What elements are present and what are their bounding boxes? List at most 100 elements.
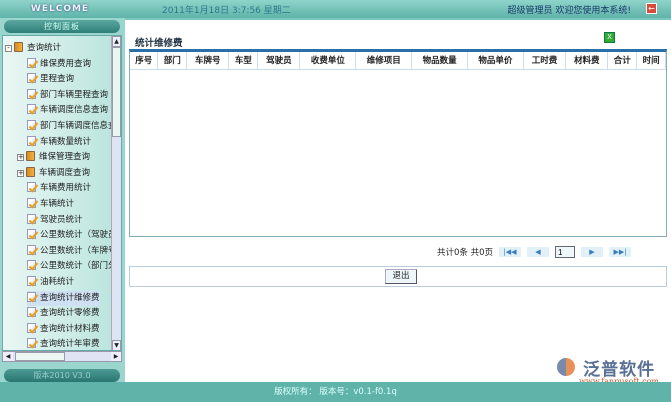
pager-summary: 共计0条 共0页: [436, 248, 493, 258]
sidebar-item[interactable]: 查询统计年审费: [27, 337, 100, 350]
report-icon: [27, 260, 36, 271]
sidebar-item[interactable]: - 查询统计: [5, 41, 61, 56]
column-header: 合计: [607, 52, 638, 70]
sidebar-item[interactable]: 驾驶员统计: [27, 213, 83, 228]
report-icon: [27, 73, 36, 84]
sidebar-item[interactable]: 车辆调度信息查询: [27, 103, 108, 118]
pager: 共计0条 共0页 |◀◀ ◀ ▶ ▶▶|: [437, 245, 631, 259]
sidebar-item-label: 维保费用查询: [40, 58, 92, 69]
column-header: 材料费: [565, 52, 609, 70]
column-header: 时间: [636, 52, 666, 70]
data-table: 序号 部门 车牌号 车型 驾驶员 收费单位 维修项目 物品数量 物品单价 工时费 材料费 合计 时间: [129, 49, 667, 237]
scroll-right-icon[interactable]: ▶: [111, 352, 121, 361]
sidebar-item[interactable]: 查询统计零修费: [27, 306, 100, 321]
sidebar-item[interactable]: 车辆统计: [27, 197, 74, 212]
sidebar-item-label: 车辆数量统计: [40, 136, 92, 147]
welcome-label: WELCOME: [30, 4, 90, 14]
report-icon: [27, 57, 36, 68]
expand-icon[interactable]: +: [17, 154, 24, 162]
collapse-icon[interactable]: -: [5, 45, 12, 52]
report-icon: [27, 244, 36, 255]
sidebar-item-label: 公里数统计（驾驶员: [40, 230, 117, 241]
sidebar-item[interactable]: 查询统计维修费: [27, 290, 100, 306]
user-welcome: 超级管理员 欢迎您使用本系统!: [507, 6, 631, 16]
logout-icon[interactable]: ←: [646, 3, 657, 14]
version-label: 版本2010 V3.0: [4, 369, 120, 382]
column-header: 物品数量: [411, 52, 468, 70]
scroll-thumb[interactable]: [112, 47, 121, 137]
sidebar-item-label: 维保管理查询: [39, 152, 91, 163]
sidebar-item[interactable]: 车辆数量统计: [27, 135, 91, 150]
main-content: 统计维修费 X 序号 部门 车牌号 车型 驾驶员 收费单位 维修项目 物品数量 物品单价 工时费材…: [125, 20, 671, 386]
column-header: 物品单价: [467, 52, 524, 70]
sidebar-item-label: 查询统计零修费: [40, 308, 100, 319]
scroll-left-icon[interactable]: ◀: [3, 352, 13, 361]
expand-icon[interactable]: +: [17, 169, 24, 177]
report-icon: [27, 322, 36, 333]
column-header: 工时费: [523, 52, 567, 70]
vertical-scrollbar[interactable]: ▲ ▼: [111, 36, 121, 350]
sidebar-item[interactable]: 公里数统计（部门分: [27, 259, 117, 274]
next-page-icon[interactable]: ▶: [581, 247, 603, 257]
top-bar: WELCOME 2011年1月18日 3:7:56 星期二 超级管理员 欢迎您使…: [0, 0, 671, 18]
report-icon: [27, 104, 36, 115]
folder-icon: [26, 166, 35, 177]
report-icon: [27, 198, 36, 208]
sidebar-item-label: 驾驶员统计: [40, 214, 83, 225]
nav-tree: 查询统计加油费查询统计过路费查询统计年审费查询统计材料费查询统计零修费查询统计维…: [2, 35, 122, 351]
datetime: 2011年1月18日 3:7:56 星期二: [162, 6, 291, 16]
column-header: 维修项目: [355, 52, 413, 70]
sidebar-item[interactable]: 部门车辆里程查询: [27, 88, 108, 103]
report-icon: [27, 307, 36, 318]
sidebar-item[interactable]: 公里数统计（驾驶员: [27, 228, 117, 243]
sidebar-item-label: 查询统计维修费: [40, 292, 100, 303]
sidebar-item[interactable]: 公里数统计（车牌号: [27, 244, 117, 259]
prev-page-icon[interactable]: ◀: [527, 247, 549, 257]
scroll-up-icon[interactable]: ▲: [112, 36, 121, 47]
action-bar: 退出: [129, 266, 667, 287]
sidebar-item[interactable]: 车辆费用统计: [27, 181, 91, 196]
report-icon: [27, 276, 36, 286]
report-icon: [27, 88, 36, 99]
scroll-down-icon[interactable]: ▼: [112, 340, 121, 350]
column-header: 部门: [157, 52, 188, 70]
report-icon: [27, 182, 36, 193]
folder-icon: [14, 42, 23, 52]
sidebar-item[interactable]: 部门车辆调度信息查: [27, 119, 117, 134]
report-icon: [27, 338, 36, 349]
sidebar-item[interactable]: + 维保管理查询: [17, 150, 90, 165]
sidebar-item-label: 车辆费用统计: [40, 183, 92, 194]
sidebar-item-label: 车辆统计: [40, 199, 75, 209]
export-excel-icon[interactable]: X: [604, 32, 615, 43]
horizontal-scrollbar[interactable]: ◀ ▶: [2, 351, 122, 362]
report-icon: [27, 135, 36, 146]
sidebar-item-label: 油耗统计: [40, 277, 75, 287]
page-title: 统计维修费: [135, 38, 183, 49]
sidebar-item-label: 部门车辆调度信息查: [40, 121, 117, 131]
sidebar-item[interactable]: 维保费用查询: [27, 57, 91, 72]
column-header: 收费单位: [299, 52, 357, 70]
column-header: 车牌号: [186, 52, 230, 70]
report-icon: [27, 291, 36, 302]
sidebar-item[interactable]: 里程查询: [27, 72, 74, 87]
last-page-icon[interactable]: ▶▶|: [609, 247, 631, 257]
sidebar-item-label: 里程查询: [40, 74, 75, 85]
report-icon: [27, 229, 36, 240]
sidebar: 控制面板 查询统计加油费查询统计过路费查询统计年审费查询统计材料费查询统计零修费…: [0, 18, 125, 384]
sidebar-item-label: 公里数统计（车牌号: [40, 245, 117, 256]
sidebar-item[interactable]: 查询统计材料费: [27, 322, 100, 337]
exit-button[interactable]: 退出: [385, 269, 417, 284]
logo-mark-icon: [557, 358, 576, 376]
first-page-icon[interactable]: |◀◀: [499, 247, 521, 257]
folder-icon: [26, 151, 35, 162]
column-header: 车型: [228, 52, 259, 70]
page-number-input[interactable]: [555, 246, 575, 258]
footer: 版权所有： 版本号：v0.1-f0.1q: [0, 382, 671, 402]
sidebar-item[interactable]: + 车辆调度查询: [17, 166, 90, 181]
scroll-thumb[interactable]: [15, 352, 65, 361]
sidebar-item[interactable]: 油耗统计: [27, 275, 74, 290]
control-panel-title: 控制面板: [4, 20, 120, 33]
sidebar-item-label: 查询统计: [27, 43, 62, 53]
column-header: 序号: [130, 52, 159, 70]
sidebar-item-label: 公里数统计（部门分: [40, 261, 117, 272]
